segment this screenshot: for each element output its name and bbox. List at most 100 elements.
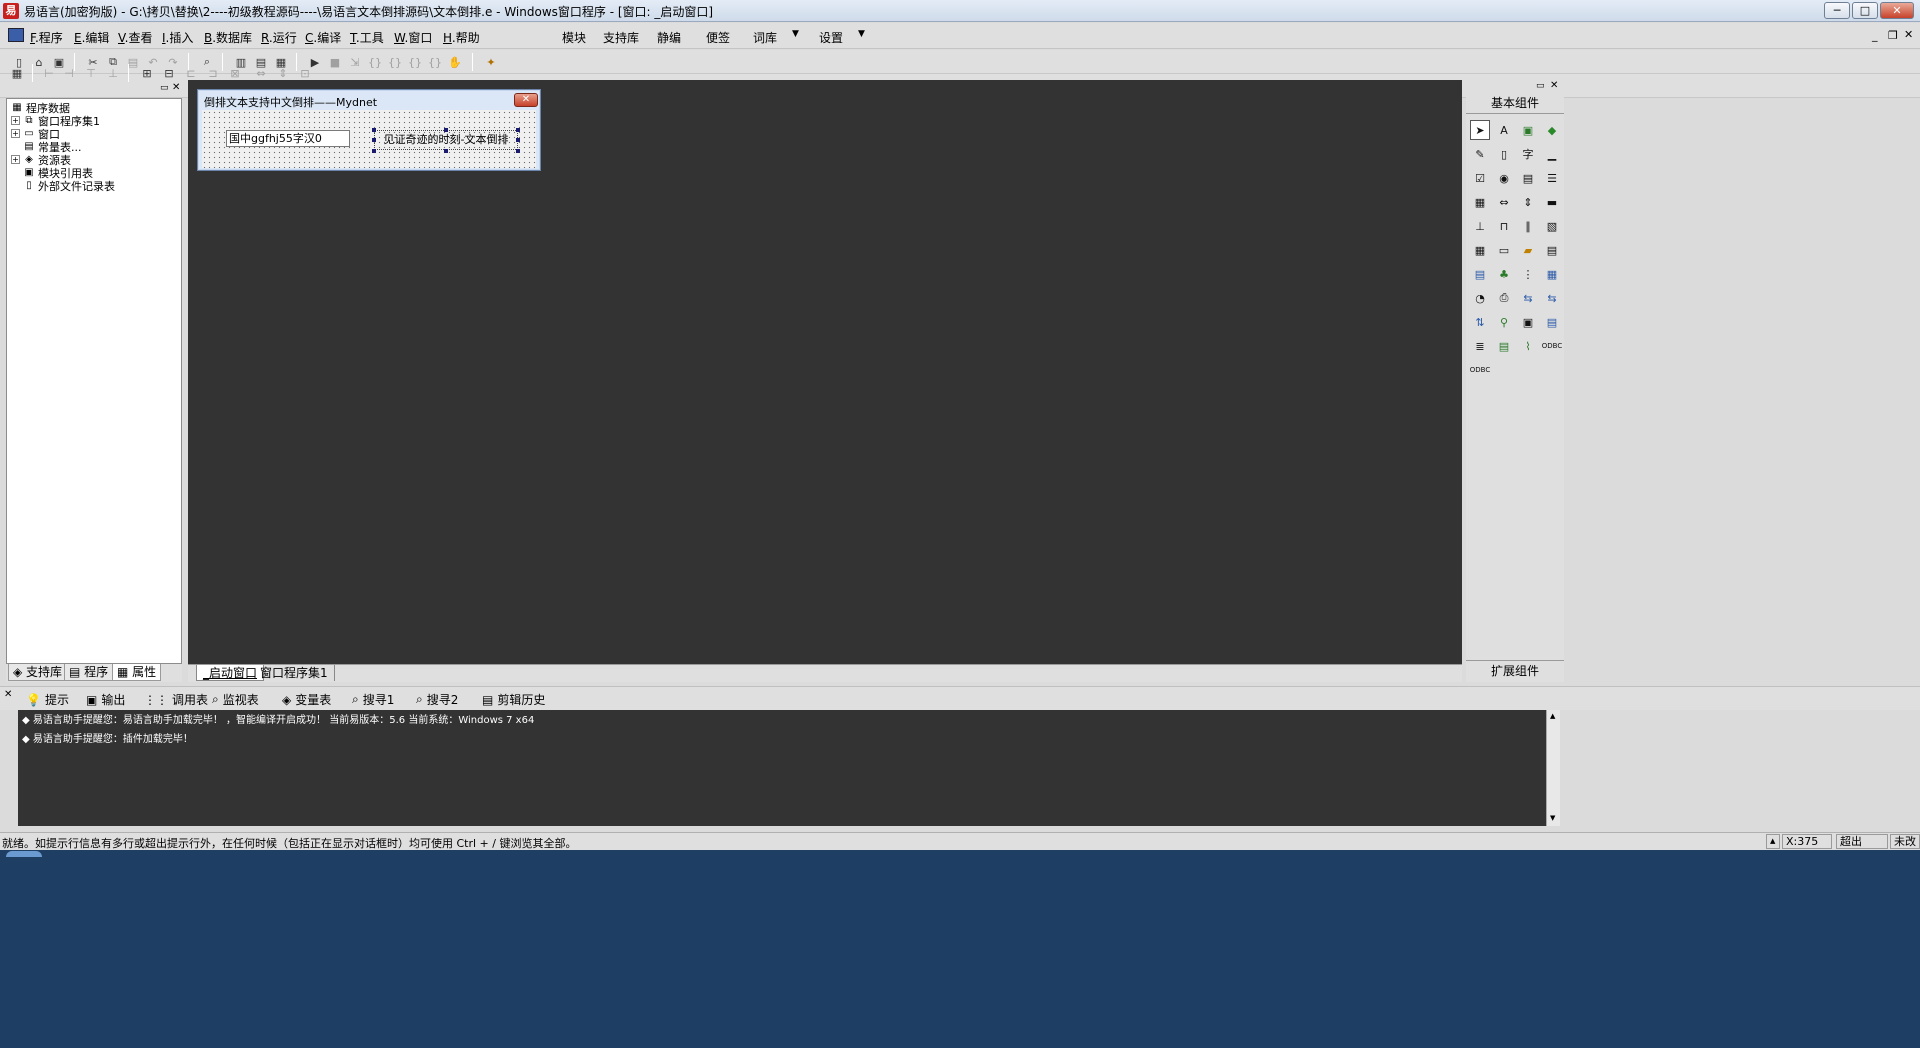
mdi-minimize-icon[interactable]: _ (1872, 29, 1878, 42)
scroll-down-icon[interactable]: ▼ (1550, 814, 1555, 822)
menu-edit[interactable]: E.编辑 (74, 29, 109, 46)
checkbox-icon[interactable]: ☑ (1470, 168, 1490, 188)
mdi-close-icon[interactable]: ✕ (1904, 28, 1913, 41)
selection-handle[interactable] (372, 138, 376, 142)
vscroll-icon[interactable]: ⇕ (1518, 192, 1538, 212)
selection-handle[interactable] (372, 149, 376, 153)
align-left-icon[interactable]: ⊢ (40, 64, 58, 82)
settings-dropdown-icon[interactable]: ▼ (858, 29, 865, 39)
selection-handle[interactable] (444, 149, 448, 153)
form-client-area[interactable]: 国中ggfhj55字汉0 见证奇迹的时刻-文本倒排 (202, 110, 536, 168)
menu-run[interactable]: R.运行 (261, 29, 297, 46)
tab-window-assembly[interactable]: 窗口程序集1 (254, 665, 335, 681)
basic-components-header[interactable]: 基本组件 (1466, 92, 1564, 114)
document-icon[interactable]: ▤ (1542, 240, 1562, 260)
socket-icon[interactable]: ⚲ (1494, 312, 1514, 332)
db-provider-icon[interactable]: ▤ (1494, 336, 1514, 356)
hscroll-icon[interactable]: ⇔ (1494, 192, 1514, 212)
menu-help[interactable]: H.帮助 (443, 29, 480, 46)
output-scrollbar[interactable]: ▲ ▼ (1546, 710, 1560, 826)
selection-handle[interactable] (444, 128, 448, 132)
folder-icon[interactable]: ▰ (1518, 240, 1538, 260)
grid-icon[interactable]: ▦ (8, 64, 26, 82)
menu-program[interactable]: F.程序 (30, 29, 63, 46)
table-icon[interactable]: ▤ (1542, 312, 1562, 332)
menu-dictionary[interactable]: 词库 (753, 29, 777, 46)
menu-tools[interactable]: T.工具 (350, 29, 384, 46)
expand-icon[interactable]: + (11, 116, 20, 125)
form-close-icon[interactable]: ✕ (514, 93, 538, 107)
menu-support-lib[interactable]: 支持库 (603, 29, 639, 46)
tab-call-stack[interactable]: ⋮⋮ 调用表 (144, 691, 208, 708)
panel-pin-icon[interactable]: ▭ (1536, 81, 1545, 91)
edit-box[interactable]: 国中ggfhj55字汉0 (226, 130, 350, 147)
align-bottom-icon[interactable]: ⊥ (104, 64, 122, 82)
label-icon[interactable]: A (1494, 120, 1514, 140)
selection-handle[interactable] (516, 138, 520, 142)
panel-close-icon[interactable]: ✕ (172, 82, 180, 93)
odbc-source-icon[interactable]: ODBC (1470, 360, 1490, 380)
data-provider-icon[interactable]: ⇆ (1542, 288, 1562, 308)
combobox-icon[interactable]: ▤ (1518, 168, 1538, 188)
splitter-icon[interactable]: ∥ (1518, 216, 1538, 236)
slider-icon[interactable]: ⊥ (1470, 216, 1490, 236)
odbc-db-icon[interactable]: ODBC (1542, 336, 1562, 356)
frame-icon[interactable]: ▣ (1518, 312, 1538, 332)
tab-properties[interactable]: ▦ 属性 (112, 664, 162, 681)
start-button[interactable] (6, 851, 42, 857)
tab-control-icon[interactable]: ⊓ (1494, 216, 1514, 236)
menu-static-compile[interactable]: 静编 (657, 29, 681, 46)
dictionary-dropdown-icon[interactable]: ▼ (792, 29, 799, 39)
listbox-icon[interactable]: ☰ (1542, 168, 1562, 188)
mdi-restore-icon[interactable]: ❐ (1888, 29, 1898, 42)
progress-icon[interactable]: ▬ (1542, 192, 1562, 212)
align-top-icon[interactable]: ⊤ (82, 64, 100, 82)
form-window[interactable]: 倒排文本支持中文倒排——Mydnet ✕ 国中ggfhj55字汉0 见证奇迹的时… (197, 89, 541, 171)
menu-window[interactable]: W.窗口 (394, 29, 432, 46)
tree-icon[interactable]: ♣ (1494, 264, 1514, 284)
pointer-icon[interactable]: ➤ (1470, 120, 1490, 140)
selection-handle[interactable] (372, 128, 376, 132)
output-area[interactable]: ◆ 易语言助手提醒您：易语言助手加载完毕！ ，智能编译开启成功！ 当前易版本：5… (18, 710, 1560, 826)
shape-icon[interactable]: ◆ (1542, 120, 1562, 140)
menu-modules[interactable]: 模块 (562, 29, 586, 46)
menu-compile[interactable]: C.编译 (305, 29, 341, 46)
drawing-board-icon[interactable]: ✎ (1470, 144, 1490, 164)
menu-database[interactable]: B.数据库 (204, 29, 252, 46)
panel-pin-icon[interactable]: ▭ (160, 83, 169, 93)
status-up-icon[interactable]: ▲ (1766, 834, 1780, 849)
menu-insert[interactable]: I.插入 (162, 29, 193, 46)
tab-support-library[interactable]: ◈ 支持库 (8, 664, 68, 681)
picture-box-icon[interactable]: ▣ (1518, 120, 1538, 140)
list-view-icon[interactable]: ⋮ (1518, 264, 1538, 284)
selection-handle[interactable] (516, 149, 520, 153)
expand-icon[interactable]: + (11, 155, 20, 164)
tab-hint[interactable]: 💡 提示 (26, 691, 69, 708)
tab-clipboard-history[interactable]: ▤ 剪辑历史 (482, 691, 545, 708)
menu-settings[interactable]: 设置 (819, 29, 843, 46)
output-close-icon[interactable]: ✕ (4, 689, 12, 700)
calendar-icon[interactable]: ▦ (1470, 240, 1490, 260)
tab-search1[interactable]: ⌕ 搜寻1 (352, 691, 394, 708)
tab-search2[interactable]: ⌕ 搜寻2 (416, 691, 458, 708)
label-control[interactable]: 见证奇迹的时刻-文本倒排 (374, 130, 518, 150)
menu-notes[interactable]: 便签 (706, 29, 730, 46)
edit-icon[interactable]: ▁ (1542, 144, 1562, 164)
panel-close-icon[interactable]: ✕ (1550, 80, 1558, 91)
groupbox-icon[interactable]: ▯ (1494, 144, 1514, 164)
menu-view[interactable]: V.查看 (118, 29, 153, 46)
scroll-up-icon[interactable]: ▲ (1550, 712, 1555, 720)
image-list-icon[interactable]: ▧ (1542, 216, 1562, 236)
center-horizontal-icon[interactable]: ⊞ (138, 64, 156, 82)
data-source-icon[interactable]: ⇆ (1518, 288, 1538, 308)
timer-icon[interactable]: ◔ (1470, 288, 1490, 308)
printer-icon[interactable]: ⎙ (1494, 288, 1514, 308)
text-label-icon[interactable]: 字 (1518, 144, 1538, 164)
tree-item-external-files[interactable]: ▯ 外部文件记录表 (23, 179, 115, 193)
close-button[interactable]: ✕ (1880, 2, 1914, 19)
tab-output[interactable]: ▣ 输出 (86, 691, 125, 708)
chart-icon[interactable]: ⌇ (1518, 336, 1538, 356)
status-icon[interactable]: ▭ (1494, 240, 1514, 260)
align-center-icon[interactable]: ⊣ (60, 64, 78, 82)
toolbar-icon[interactable]: ▤ (1470, 264, 1490, 284)
